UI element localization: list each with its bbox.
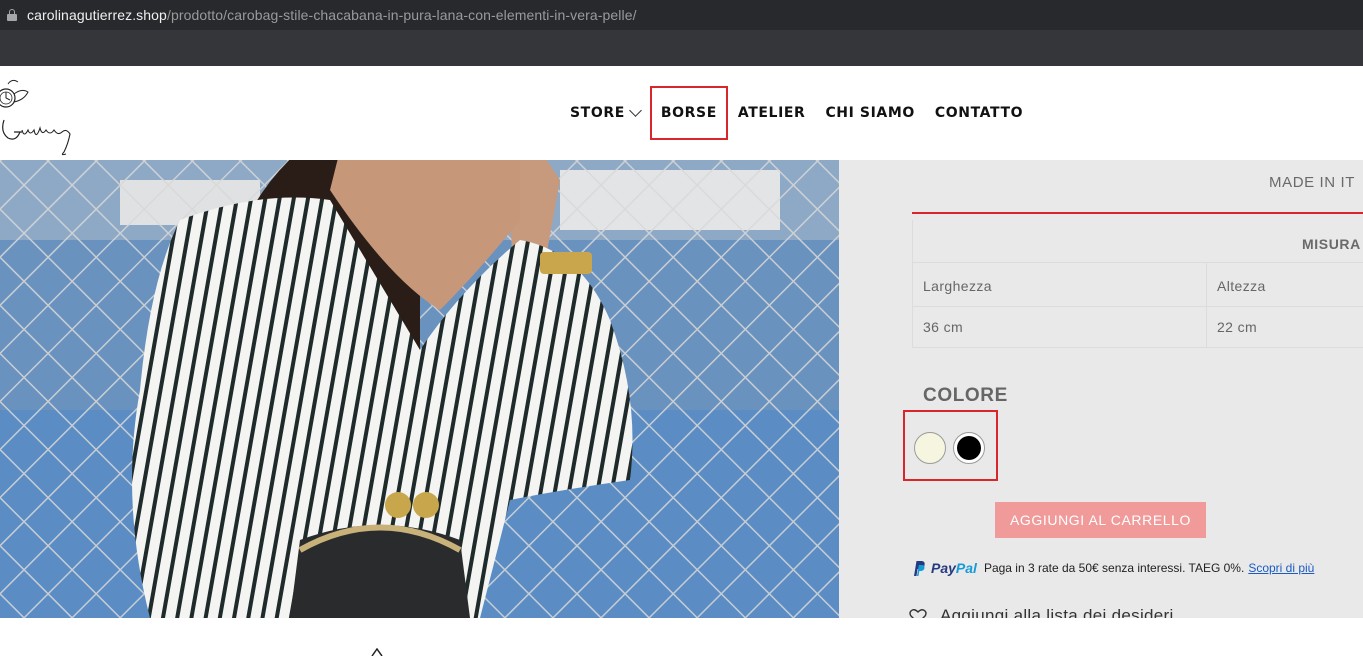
size-table: MISURA Larghezza Altezza 36 cm 22 cm [912,220,1363,348]
paypal-learn-more-link[interactable]: Scopri di più [1248,561,1314,575]
table-col-divider [1206,262,1207,348]
paypal-logo-text: PayPal [931,560,977,576]
size-table-title: MISURA [1302,236,1361,252]
paypal-pay: Pay [931,560,956,576]
nav-contatto[interactable]: CONTATTO [925,86,1033,140]
bookmarks-bar [0,30,1363,66]
table-divider [913,347,1363,348]
heart-icon [909,609,927,618]
value-width: 36 cm [923,319,964,335]
wishlist-link[interactable]: Aggiungi alla lista dei desideri [909,606,1174,618]
table-divider [913,306,1363,307]
paypal-icon [914,560,925,576]
paypal-installments: PayPal Paga in 3 rate da 50€ senza inter… [912,559,1314,577]
add-to-cart-button[interactable]: AGGIUNGI AL CARRELLO [995,502,1206,538]
product-details-panel: MADE IN IT MISURA Larghezza Altezza 36 c… [839,160,1363,618]
wishlist-label: Aggiungi alla lista dei desideri [940,606,1174,618]
nav-chi-siamo[interactable]: CHI SIAMO [815,86,924,140]
page-below-fold [0,618,1363,656]
product-photo [0,160,839,618]
nav-store-label: STORE [570,105,625,121]
swatch-cream[interactable] [914,432,946,464]
nav-store[interactable]: STORE [560,86,650,140]
main-nav: STORE BORSE ATELIER CHI SIAMO CONTATTO [560,86,1033,140]
product-image[interactable] [0,160,839,618]
header-width: Larghezza [923,278,992,294]
address-bar[interactable]: carolinagutierrez.shop/prodotto/carobag-… [0,0,1363,30]
paypal-message: Paga in 3 rate da 50€ senza interessi. T… [983,561,1245,575]
made-in-label: MADE IN IT [1269,174,1356,191]
divider [912,212,1363,214]
brand-logo[interactable] [0,70,84,160]
nav-atelier[interactable]: ATELIER [728,86,816,140]
site-header: STORE BORSE ATELIER CHI SIAMO CONTATTO [0,66,1363,160]
decorative-mark [371,648,383,656]
url-path: /prodotto/carobag-stile-chacabana-in-pur… [166,7,637,23]
url-text[interactable]: carolinagutierrez.shop/prodotto/carobag-… [27,7,637,23]
color-label: COLORE [923,385,1008,406]
url-domain: carolinagutierrez.shop [27,7,167,23]
header-height: Altezza [1217,278,1266,294]
table-divider [913,262,1363,263]
paypal-pal: Pal [955,560,977,576]
swatch-black[interactable] [953,432,985,464]
chevron-down-icon [629,104,642,117]
nav-borse[interactable]: BORSE [649,86,728,140]
value-height: 22 cm [1217,319,1258,335]
lock-icon [7,9,17,21]
